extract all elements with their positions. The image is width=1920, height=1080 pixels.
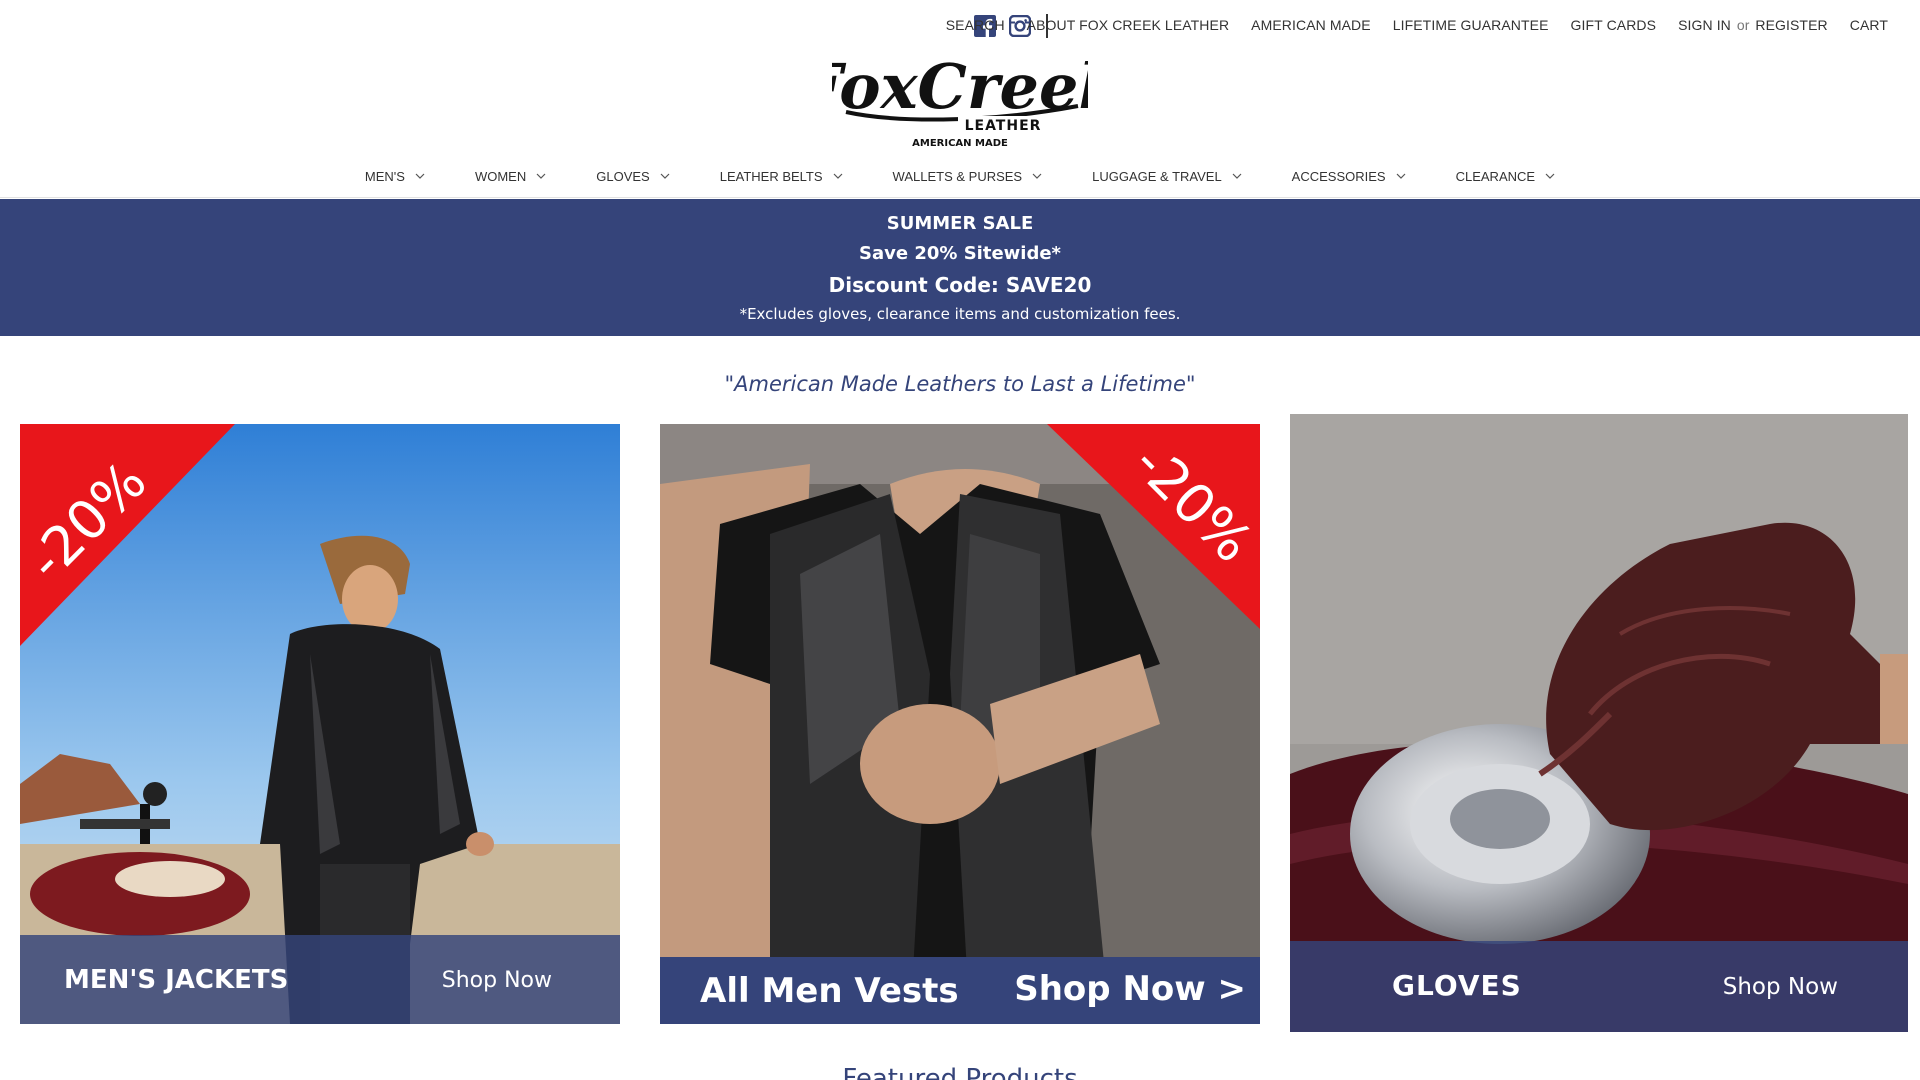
logo-sub-text: LEATHER <box>965 118 1042 134</box>
leather-vest-photo: -20% <box>660 424 1260 1024</box>
nav-label: MEN'S <box>364 168 405 184</box>
banner-title: All Men Vests <box>700 971 959 1011</box>
utility-links: SEARCH ABOUT FOX CREEK LEATHER AMERICAN … <box>924 0 1888 50</box>
mens-jacket-photo: -20% <box>20 424 620 1024</box>
leather-glove-photo <box>1290 414 1908 1032</box>
banner-caption-bar: GLOVES Shop Now <box>1290 941 1908 1032</box>
nav-label: GLOVES <box>596 168 650 184</box>
nav-item-luggage-travel[interactable]: LUGGAGE & TRAVEL <box>1092 169 1242 184</box>
chevron-down-icon <box>1396 173 1406 179</box>
banner-caption-bar: MEN'S JACKETS Shop Now <box>20 935 620 1024</box>
banner-title: MEN'S JACKETS <box>64 965 289 995</box>
chevron-down-icon <box>1032 173 1042 179</box>
or-text: or <box>1736 17 1750 33</box>
register-link[interactable]: REGISTER <box>1755 17 1827 33</box>
sale-heading: SUMMER SALE <box>886 213 1034 234</box>
sale-banner: SUMMER SALE Save 20% Sitewide* Discount … <box>0 199 1920 336</box>
sale-disclaimer: *Excludes gloves, clearance items and cu… <box>739 305 1181 323</box>
mens-jackets-banner[interactable]: -20% MEN'S JACKETS Shop Now <box>20 424 620 1024</box>
shop-now-link[interactable]: Shop Now <box>1723 974 1838 1000</box>
fox-creek-logo[interactable]: FoxCreek LEATHER AMERICAN MADE <box>832 50 1088 150</box>
american-made-link[interactable]: AMERICAN MADE <box>1251 17 1371 33</box>
shop-now-link[interactable]: Shop Now > <box>1014 969 1246 1009</box>
banner-title: GLOVES <box>1392 969 1522 1002</box>
shop-now-link[interactable]: Shop Now <box>442 968 552 993</box>
nav-label: WOMEN <box>474 168 527 184</box>
nav-item-accessories[interactable]: ACCESSORIES <box>1292 169 1406 184</box>
nav-item-women[interactable]: WOMEN <box>475 169 546 184</box>
chevron-down-icon <box>660 173 670 179</box>
gloves-banner[interactable]: GLOVES Shop Now <box>1290 414 1908 1032</box>
discount-code: Discount Code: SAVE20 <box>828 273 1092 297</box>
chevron-down-icon <box>833 173 842 179</box>
chevron-down-icon <box>536 173 546 179</box>
nav-label: LEATHER BELTS <box>719 168 823 184</box>
nav-item-leather-belts[interactable]: LEATHER BELTS <box>720 169 843 184</box>
nav-label: CLEARANCE <box>1455 168 1536 184</box>
tagline: "American Made Leathers to Last a Lifeti… <box>724 372 1196 396</box>
cart-link[interactable]: CART <box>1850 17 1888 33</box>
chevron-down-icon <box>415 173 425 179</box>
nav-item-mens[interactable]: MEN'S <box>365 169 425 184</box>
sign-in-link[interactable]: SIGN IN <box>1678 17 1731 33</box>
search-link[interactable]: SEARCH <box>946 17 1005 33</box>
nav-item-gloves[interactable]: GLOVES <box>596 168 670 184</box>
nav-label: ACCESSORIES <box>1291 168 1386 184</box>
chevron-down-icon <box>1232 173 1242 179</box>
chevron-down-icon <box>1545 173 1555 179</box>
featured-products-heading: Featured Products <box>842 1064 1078 1080</box>
nav-label: WALLETS & PURSES <box>892 168 1023 184</box>
gift-cards-link[interactable]: GIFT CARDS <box>1571 17 1657 33</box>
men-vests-banner[interactable]: -20% All Men Vests Shop Now > <box>660 424 1260 1024</box>
nav-divider <box>0 197 1920 198</box>
main-nav: MEN'S WOMEN GLOVES LEATHER BELTS WALLETS… <box>0 156 1920 196</box>
utility-bar: SEARCH ABOUT FOX CREEK LEATHER AMERICAN … <box>0 0 1920 50</box>
sale-subheading: Save 20% Sitewide* <box>859 243 1061 264</box>
banner-caption-bar: All Men Vests Shop Now > <box>660 957 1260 1024</box>
about-link[interactable]: ABOUT FOX CREEK LEATHER <box>1027 17 1230 33</box>
nav-label: LUGGAGE & TRAVEL <box>1092 168 1222 184</box>
lifetime-guarantee-link[interactable]: LIFETIME GUARANTEE <box>1393 17 1549 33</box>
nav-item-clearance[interactable]: CLEARANCE <box>1456 169 1555 184</box>
nav-item-wallets-purses[interactable]: WALLETS & PURSES <box>893 169 1043 184</box>
logo-tag-text: AMERICAN MADE <box>912 138 1008 149</box>
